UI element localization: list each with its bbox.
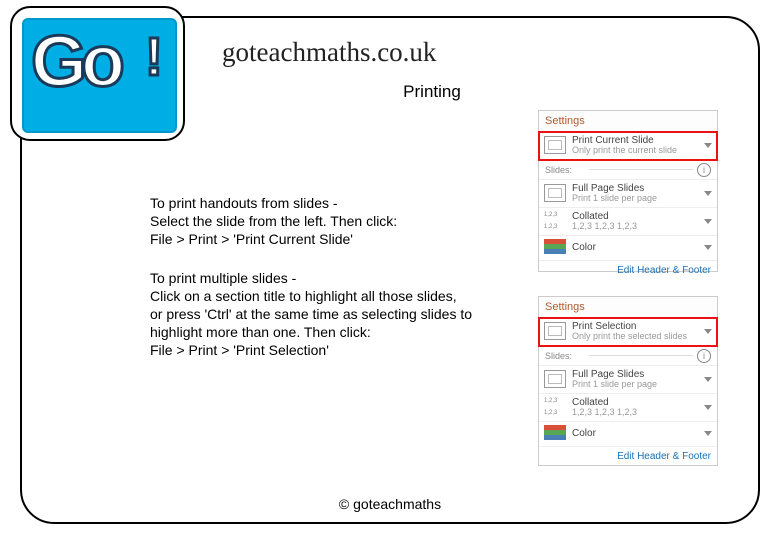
color-icon: [544, 239, 566, 257]
chevron-down-icon: [704, 245, 712, 250]
layout-dropdown-1[interactable]: Full Page Slides Print 1 slide per page: [539, 180, 717, 208]
paragraph-2: To print multiple slides - Click on a se…: [150, 269, 510, 360]
print-mode-dropdown-2[interactable]: Print Selection Only print the selected …: [539, 318, 717, 346]
logo-bg: Go !: [22, 18, 177, 133]
chevron-down-icon: [704, 329, 712, 334]
p1-line1: To print handouts from slides -: [150, 194, 510, 212]
page-title: Printing: [282, 82, 582, 102]
header: goteachmaths.co.uk Printing: [222, 37, 582, 102]
paragraph-1: To print handouts from slides - Select t…: [150, 194, 510, 249]
logo-bang: !: [145, 26, 163, 88]
chevron-down-icon: [704, 219, 712, 224]
layout-sub: Print 1 slide per page: [572, 380, 700, 390]
slides-range-row: Slides: i: [539, 160, 717, 180]
logo-text: Go: [31, 30, 119, 95]
p2-line3: or press 'Ctrl' at the same time as sele…: [150, 305, 510, 323]
slides-input[interactable]: [589, 169, 693, 170]
p1-line3: File > Print > 'Print Current Slide': [150, 230, 510, 248]
info-icon[interactable]: i: [697, 163, 711, 177]
color-dropdown-2[interactable]: Color: [539, 422, 717, 447]
logo-frame: Go !: [10, 6, 185, 141]
slides-range-row-2: Slides: i: [539, 346, 717, 366]
settings-header-1: Settings: [539, 111, 717, 132]
chevron-down-icon: [704, 191, 712, 196]
print-mode-sub: Only print the current slide: [572, 146, 700, 156]
p1-line2: Select the slide from the left. Then cli…: [150, 212, 510, 230]
slide-icon: [544, 184, 566, 202]
collated-dropdown-2[interactable]: Collated 1,2,3 1,2,3 1,2,3: [539, 394, 717, 422]
logo: Go !: [10, 6, 190, 146]
layout-dropdown-2[interactable]: Full Page Slides Print 1 slide per page: [539, 366, 717, 394]
chevron-down-icon: [704, 431, 712, 436]
slides-label: Slides:: [545, 351, 585, 361]
layout-sub: Print 1 slide per page: [572, 194, 700, 204]
color-label: Color: [572, 242, 700, 253]
collated-dropdown-1[interactable]: Collated 1,2,3 1,2,3 1,2,3: [539, 208, 717, 236]
p2-line2: Click on a section title to highlight al…: [150, 287, 510, 305]
edit-header-footer-link[interactable]: Edit Header & Footer: [617, 265, 711, 276]
site-name: goteachmaths.co.uk: [222, 37, 582, 68]
slide-icon: [544, 322, 566, 340]
slides-label: Slides:: [545, 165, 585, 175]
settings-panel-1: Settings Print Current Slide Only print …: [538, 110, 718, 272]
chevron-down-icon: [704, 143, 712, 148]
collated-icon: [544, 398, 566, 416]
info-icon[interactable]: i: [697, 349, 711, 363]
header-footer-link-row: Edit Header & Footer: [539, 261, 717, 280]
color-icon: [544, 425, 566, 443]
instructions: To print handouts from slides - Select t…: [150, 194, 510, 360]
slide-icon: [544, 370, 566, 388]
color-dropdown-1[interactable]: Color: [539, 236, 717, 261]
settings-panel-2: Settings Print Selection Only print the …: [538, 296, 718, 466]
print-mode-dropdown-1[interactable]: Print Current Slide Only print the curre…: [539, 132, 717, 160]
collated-sub: 1,2,3 1,2,3 1,2,3: [572, 408, 700, 418]
chevron-down-icon: [704, 405, 712, 410]
print-mode-sub: Only print the selected slides: [572, 332, 700, 342]
settings-header-2: Settings: [539, 297, 717, 318]
slide-icon: [544, 136, 566, 154]
p2-line5: File > Print > 'Print Selection': [150, 341, 510, 359]
slides-input[interactable]: [589, 355, 693, 356]
chevron-down-icon: [704, 377, 712, 382]
header-footer-link-row: Edit Header & Footer: [539, 447, 717, 466]
print-mode-text: Print Current Slide Only print the curre…: [572, 135, 700, 156]
p2-line1: To print multiple slides -: [150, 269, 510, 287]
edit-header-footer-link[interactable]: Edit Header & Footer: [617, 451, 711, 462]
footer: © goteachmaths: [22, 496, 758, 512]
color-label: Color: [572, 428, 700, 439]
collated-sub: 1,2,3 1,2,3 1,2,3: [572, 222, 700, 232]
p2-line4: highlight more than one. Then click:: [150, 323, 510, 341]
collated-icon: [544, 212, 566, 230]
